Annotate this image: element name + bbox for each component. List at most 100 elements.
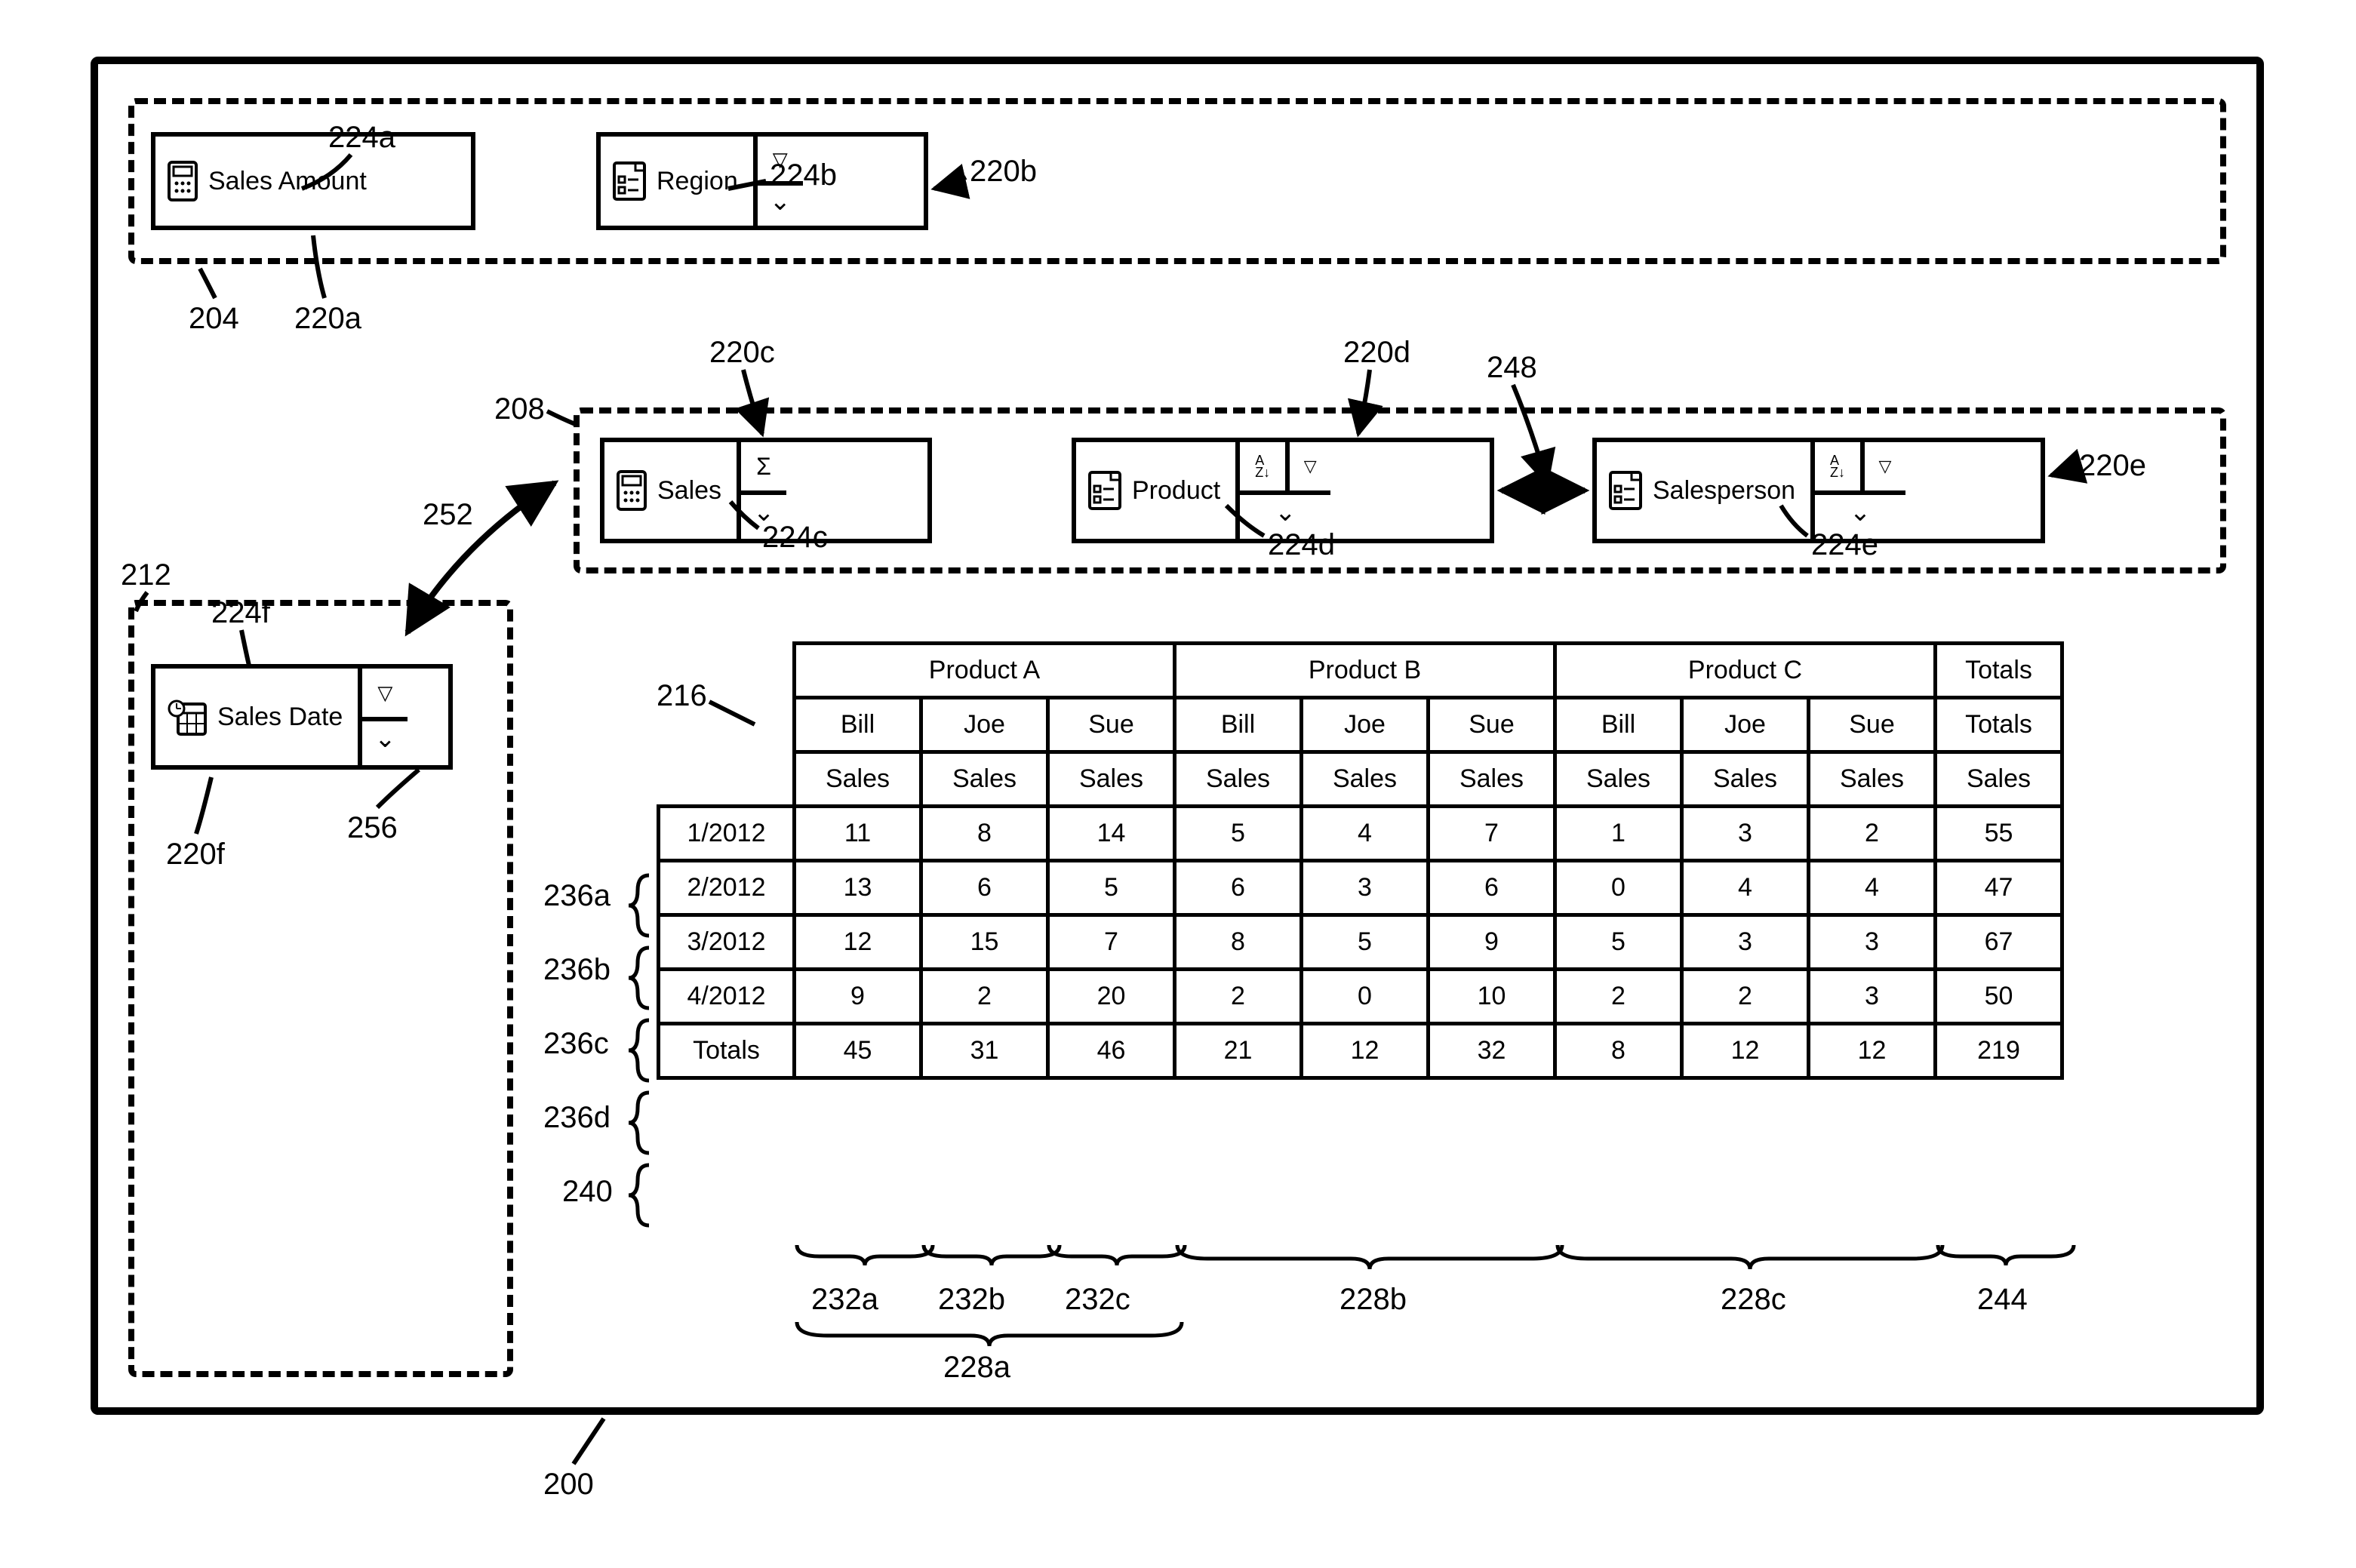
table-cell: 15 xyxy=(921,915,1048,970)
table-cell: 2 xyxy=(1175,970,1302,1024)
callout-256: 256 xyxy=(347,811,398,845)
table-cell: 50 xyxy=(1936,970,2062,1024)
dropdown-icon[interactable]: ⌄ xyxy=(362,717,408,765)
token-region-label: Region xyxy=(657,167,738,196)
table-cell: 0 xyxy=(1555,861,1682,915)
callout-240: 240 xyxy=(562,1175,613,1209)
col-totals-mid: Totals xyxy=(1936,698,2062,752)
table-cell: 6 xyxy=(1429,861,1555,915)
table-cell: 0 xyxy=(1302,970,1429,1024)
callout-220a: 220a xyxy=(294,302,361,336)
callout-236a: 236a xyxy=(543,879,611,913)
callout-212: 212 xyxy=(121,558,171,592)
callout-244: 244 xyxy=(1977,1283,2028,1317)
callout-224d: 224d xyxy=(1268,528,1335,562)
callout-236c: 236c xyxy=(543,1027,609,1061)
token-product[interactable]: Product A Z↓ ▽ ⌄ xyxy=(1072,438,1494,543)
col-sp: Sue xyxy=(1048,698,1175,752)
table-cell: 31 xyxy=(921,1024,1048,1078)
table-cell: 55 xyxy=(1936,807,2062,861)
col-totals-top: Totals xyxy=(1936,644,2062,698)
table-cell: 47 xyxy=(1936,861,2062,915)
col-group-product-a: Product A xyxy=(795,644,1175,698)
callout-204: 204 xyxy=(189,302,239,336)
table-cell: 3 xyxy=(1682,807,1809,861)
token-sales-date[interactable]: Sales Date ▽ ⌄ xyxy=(151,664,453,770)
calculator-icon xyxy=(617,470,647,511)
col-sp: Sue xyxy=(1809,698,1936,752)
col-sp: Joe xyxy=(1682,698,1809,752)
table-cell: 45 xyxy=(795,1024,921,1078)
col-sp: Joe xyxy=(921,698,1048,752)
calculator-icon xyxy=(168,161,198,201)
callout-252: 252 xyxy=(423,498,473,532)
col-metric: Sales xyxy=(1809,752,1936,807)
row-header: 1/2012 xyxy=(659,807,795,861)
col-metric: Sales xyxy=(795,752,921,807)
table-cell: 3 xyxy=(1302,861,1429,915)
table-cell: 8 xyxy=(1555,1024,1682,1078)
col-group-product-c: Product C xyxy=(1555,644,1936,698)
table-cell: 12 xyxy=(795,915,921,970)
col-sp: Joe xyxy=(1302,698,1429,752)
table-cell: 219 xyxy=(1936,1024,2062,1078)
table-cell: 12 xyxy=(1302,1024,1429,1078)
callout-236d: 236d xyxy=(543,1101,611,1135)
token-salesperson[interactable]: Salesperson A Z↓ ▽ ⌄ xyxy=(1592,438,2045,543)
callout-224f: 224f xyxy=(211,596,270,630)
table-cell: 9 xyxy=(795,970,921,1024)
table-cell: 6 xyxy=(921,861,1048,915)
table-cell: 11 xyxy=(795,807,921,861)
table-cell: 3 xyxy=(1809,970,1936,1024)
table-row: 4/20129220201022350 xyxy=(659,970,2062,1024)
token-sales-label: Sales xyxy=(657,476,721,506)
table-cell: 12 xyxy=(1682,1024,1809,1078)
table-cell: 7 xyxy=(1429,807,1555,861)
table-cell: 5 xyxy=(1175,807,1302,861)
table-cell: 20 xyxy=(1048,970,1175,1024)
table-cell: 46 xyxy=(1048,1024,1175,1078)
sigma-icon[interactable]: Σ xyxy=(741,442,786,490)
table-row: 3/20121215785953367 xyxy=(659,915,2062,970)
callout-220e: 220e xyxy=(2079,449,2146,483)
filter-icon[interactable]: ▽ xyxy=(362,669,408,717)
data-table: Product A Product B Product C Totals Bil… xyxy=(657,641,2064,1080)
table-cell: 21 xyxy=(1175,1024,1302,1078)
table-cell: 32 xyxy=(1429,1024,1555,1078)
table-cell: 8 xyxy=(1175,915,1302,970)
table-cell: 5 xyxy=(1302,915,1429,970)
token-salesperson-label: Salesperson xyxy=(1653,476,1795,506)
callout-232b: 232b xyxy=(938,1283,1005,1317)
table-cell: 4 xyxy=(1302,807,1429,861)
callout-224a: 224a xyxy=(328,121,395,155)
row-header: 4/2012 xyxy=(659,970,795,1024)
col-metric: Sales xyxy=(1429,752,1555,807)
table-cell: 8 xyxy=(921,807,1048,861)
callout-228c: 228c xyxy=(1721,1283,1786,1317)
token-sales-amount[interactable]: Sales Amount xyxy=(151,132,475,230)
token-sales-date-label: Sales Date xyxy=(217,703,343,732)
table-cell: 2 xyxy=(1809,807,1936,861)
sort-az-icon[interactable]: A Z↓ xyxy=(1240,442,1285,490)
callout-228b: 228b xyxy=(1339,1283,1407,1317)
col-metric: Sales xyxy=(921,752,1048,807)
table-cell: 5 xyxy=(1555,915,1682,970)
table-cell: 12 xyxy=(1809,1024,1936,1078)
filter-icon[interactable]: ▽ xyxy=(1285,442,1330,490)
row-header: 3/2012 xyxy=(659,915,795,970)
col-metric: Sales xyxy=(1555,752,1682,807)
filter-icon[interactable]: ▽ xyxy=(1860,442,1905,490)
table-cell: 67 xyxy=(1936,915,2062,970)
sort-az-icon[interactable]: A Z↓ xyxy=(1815,442,1860,490)
table-row: 1/20121181454713255 xyxy=(659,807,2062,861)
callout-220f: 220f xyxy=(166,838,225,872)
callout-220c: 220c xyxy=(709,336,775,370)
table-cell: 4 xyxy=(1809,861,1936,915)
callout-224e: 224e xyxy=(1811,528,1878,562)
col-group-product-b: Product B xyxy=(1175,644,1555,698)
col-metric: Sales xyxy=(1048,752,1175,807)
table-cell: 2 xyxy=(1682,970,1809,1024)
col-sp: Bill xyxy=(1555,698,1682,752)
token-region[interactable]: Region ▽ ⌄ xyxy=(596,132,928,230)
table-cell: 2 xyxy=(921,970,1048,1024)
